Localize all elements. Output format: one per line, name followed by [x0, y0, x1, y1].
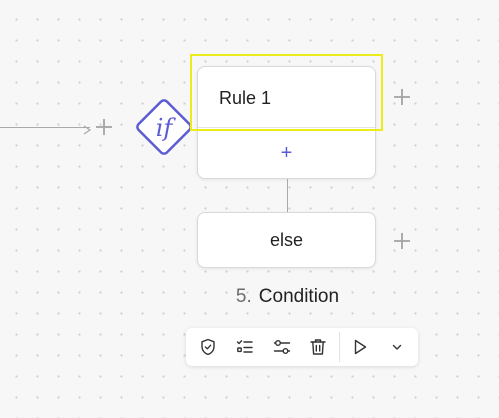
- else-branch-card[interactable]: else: [197, 212, 376, 268]
- add-rule-button[interactable]: +: [198, 128, 375, 178]
- shield-check-icon[interactable]: [198, 337, 218, 357]
- highlight-box: [190, 54, 383, 131]
- add-rule-plus: +: [280, 141, 293, 164]
- trash-icon[interactable]: [308, 337, 328, 357]
- chevron-down-icon[interactable]: [387, 337, 407, 357]
- arrowhead-icon: [82, 122, 92, 135]
- sliders-icon[interactable]: [272, 337, 292, 357]
- node-toolbar: [186, 328, 418, 366]
- toolbar-divider: [339, 332, 340, 362]
- checklist-icon[interactable]: [235, 337, 255, 357]
- add-else-plus-icon[interactable]: [391, 230, 413, 252]
- node-title-text: Condition: [258, 286, 340, 307]
- node-title[interactable]: 5. Condition: [180, 286, 395, 308]
- incoming-connector-line: [0, 127, 90, 128]
- add-before-plus-icon[interactable]: [93, 116, 115, 138]
- play-icon[interactable]: [350, 337, 370, 357]
- branch-connector-line: [287, 179, 288, 212]
- add-branch-plus-icon[interactable]: [391, 86, 413, 108]
- if-node[interactable]: if: [132, 95, 196, 159]
- step-number: 5.: [235, 286, 252, 307]
- else-label: else: [269, 229, 304, 250]
